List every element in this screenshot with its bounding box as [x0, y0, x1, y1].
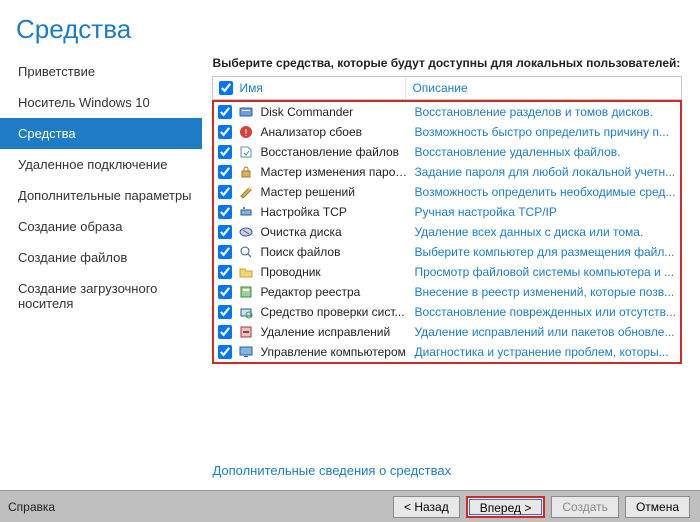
header-name-col[interactable]: Имя	[213, 77, 405, 99]
row-checkbox[interactable]	[218, 325, 232, 339]
next-button-highlight: Вперед >	[466, 496, 546, 518]
row-checkbox[interactable]	[218, 105, 232, 119]
next-button[interactable]: Вперед >	[469, 499, 543, 515]
row-checkbox[interactable]	[218, 205, 232, 219]
row-name: Мастер решений	[260, 185, 410, 199]
row-name: Восстановление файлов	[260, 145, 410, 159]
sidebar-item-7[interactable]: Создание загрузочного носителя	[0, 273, 202, 319]
create-button: Создать	[551, 496, 619, 518]
row-description: Задание пароля для любой локальной учетн…	[410, 165, 676, 179]
table-row[interactable]: Очистка дискаУдаление всех данных с диск…	[214, 222, 680, 242]
file-search-icon	[238, 244, 254, 260]
row-description: Восстановление разделов и томов дисков.	[410, 105, 676, 119]
row-checkbox[interactable]	[218, 165, 232, 179]
sidebar-item-3[interactable]: Удаленное подключение	[0, 149, 202, 180]
help-link[interactable]: Справка	[8, 500, 55, 514]
table-header: Имя Описание	[212, 76, 682, 100]
row-description: Удаление исправлений или пакетов обновле…	[410, 325, 676, 339]
table-row[interactable]: Редактор реестраВнесение в реестр измене…	[214, 282, 680, 302]
tools-list: Disk CommanderВосстановление разделов и …	[212, 100, 682, 364]
select-all-checkbox[interactable]	[219, 81, 233, 95]
table-row[interactable]: Средство проверки сист...Восстановление …	[214, 302, 680, 322]
header-name-label: Имя	[239, 81, 262, 95]
row-description: Возможность быстро определить причину п.…	[410, 125, 676, 139]
explorer-icon	[238, 264, 254, 280]
sfc-scan-icon	[238, 304, 254, 320]
table-row[interactable]: Мастер решенийВозможность определить нео…	[214, 182, 680, 202]
footer-bar: Справка < Назад Вперед > Создать Отмена	[0, 490, 700, 522]
row-name: Редактор реестра	[260, 285, 410, 299]
svg-text:!: !	[245, 128, 248, 139]
table-row[interactable]: ! Анализатор сбоевВозможность быстро опре…	[214, 122, 680, 142]
row-checkbox[interactable]	[218, 265, 232, 279]
hotfix-uninstall-icon	[238, 324, 254, 340]
row-checkbox[interactable]	[218, 245, 232, 259]
solution-wizard-icon	[238, 184, 254, 200]
instruction-text: Выберите средства, которые будут доступн…	[212, 56, 682, 70]
back-button[interactable]: < Назад	[393, 496, 460, 518]
table-row[interactable]: Настройка TCPРучная настройка TCP/IP	[214, 202, 680, 222]
row-name: Disk Commander	[260, 105, 410, 119]
table-row[interactable]: Удаление исправленийУдаление исправлений…	[214, 322, 680, 342]
table-row[interactable]: Восстановление файловВосстановление удал…	[214, 142, 680, 162]
row-name: Средство проверки сист...	[260, 305, 410, 319]
row-description: Восстановление поврежденных или отсутств…	[410, 305, 676, 319]
row-checkbox[interactable]	[218, 145, 232, 159]
crash-analyzer-icon: !	[238, 124, 254, 140]
row-checkbox[interactable]	[218, 125, 232, 139]
cancel-button[interactable]: Отмена	[625, 496, 690, 518]
row-name: Поиск файлов	[260, 245, 410, 259]
sidebar-item-0[interactable]: Приветствие	[0, 56, 202, 87]
header-desc-col[interactable]: Описание	[405, 77, 681, 99]
content: Выберите средства, которые будут доступн…	[202, 50, 700, 490]
table-row[interactable]: ПроводникПросмотр файловой системы компь…	[214, 262, 680, 282]
row-description: Удаление всех данных с диска или тома.	[410, 225, 676, 239]
table-row[interactable]: Поиск файловВыберите компьютер для разме…	[214, 242, 680, 262]
row-description: Возможность определить необходимые сред.…	[410, 185, 676, 199]
computer-management-icon	[238, 344, 254, 360]
sidebar: ПриветствиеНоситель Windows 10СредстваУд…	[0, 50, 202, 490]
sidebar-item-2[interactable]: Средства	[0, 118, 202, 149]
row-name: Проводник	[260, 265, 410, 279]
row-name: Удаление исправлений	[260, 325, 410, 339]
row-name: Мастер изменения паролей	[260, 165, 410, 179]
sidebar-item-6[interactable]: Создание файлов	[0, 242, 202, 273]
sidebar-item-1[interactable]: Носитель Windows 10	[0, 87, 202, 118]
row-checkbox[interactable]	[218, 225, 232, 239]
main: ПриветствиеНоситель Windows 10СредстваУд…	[0, 50, 700, 490]
row-description: Ручная настройка TCP/IP	[410, 205, 676, 219]
file-restore-icon	[238, 144, 254, 160]
row-checkbox[interactable]	[218, 185, 232, 199]
row-checkbox[interactable]	[218, 285, 232, 299]
row-description: Диагностика и устранение проблем, которы…	[410, 345, 676, 359]
page-title: Средства	[0, 0, 700, 55]
row-name: Настройка TCP	[260, 205, 410, 219]
table-row[interactable]: Управление компьютеромДиагностика и устр…	[214, 342, 680, 362]
row-description: Внесение в реестр изменений, которые поз…	[410, 285, 676, 299]
row-description: Выберите компьютер для размещения файл..…	[410, 245, 676, 259]
disk-commander-icon	[238, 104, 254, 120]
sidebar-item-4[interactable]: Дополнительные параметры	[0, 180, 202, 211]
locksmith-icon	[238, 164, 254, 180]
row-name: Очистка диска	[260, 225, 410, 239]
row-description: Просмотр файловой системы компьютера и .…	[410, 265, 676, 279]
registry-editor-icon	[238, 284, 254, 300]
row-checkbox[interactable]	[218, 305, 232, 319]
table-row[interactable]: Disk CommanderВосстановление разделов и …	[214, 102, 680, 122]
row-checkbox[interactable]	[218, 345, 232, 359]
disk-wipe-icon	[238, 224, 254, 240]
sidebar-item-5[interactable]: Создание образа	[0, 211, 202, 242]
more-info-link[interactable]: Дополнительные сведения о средствах	[212, 463, 682, 478]
row-name: Управление компьютером	[260, 345, 410, 359]
tcp-config-icon	[238, 204, 254, 220]
row-description: Восстановление удаленных файлов.	[410, 145, 676, 159]
header-desc-label: Описание	[412, 81, 467, 95]
table-row[interactable]: Мастер изменения паролейЗадание пароля д…	[214, 162, 680, 182]
row-name: Анализатор сбоев	[260, 125, 410, 139]
